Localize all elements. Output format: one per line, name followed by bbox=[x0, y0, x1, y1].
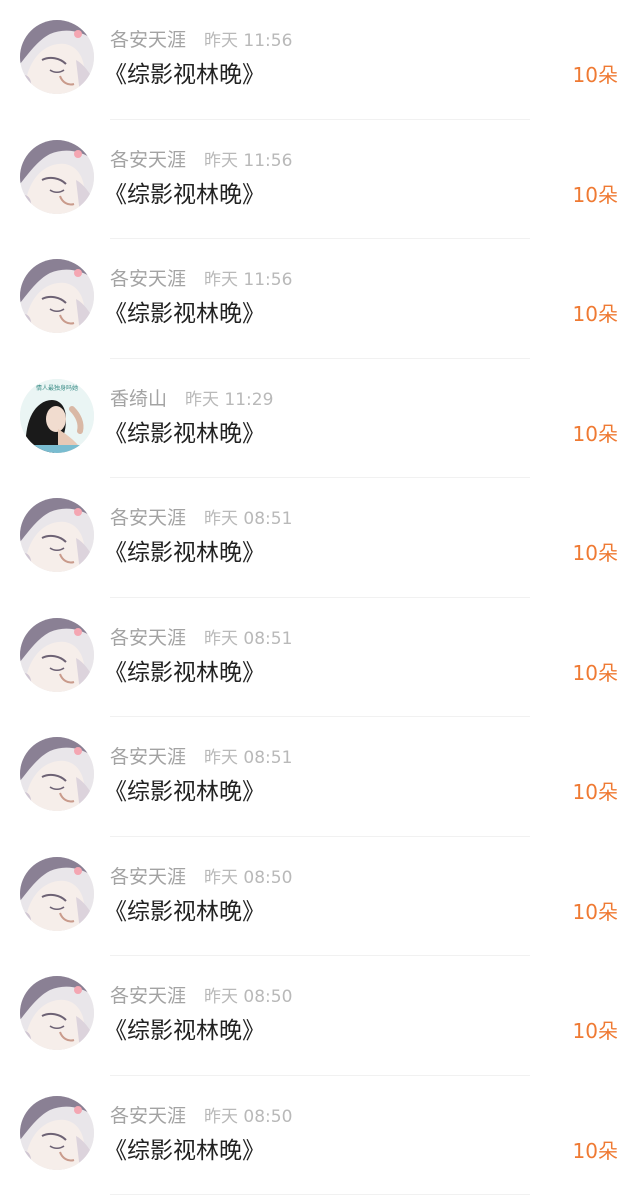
gift-record-item[interactable]: 各安天涯 昨天 08:50 《综影视林晚》 10朵 bbox=[0, 837, 640, 956]
user-avatar[interactable] bbox=[20, 20, 94, 94]
flower-amount: 10朵 bbox=[572, 780, 618, 804]
user-avatar[interactable] bbox=[20, 259, 94, 333]
timestamp: 昨天 08:50 bbox=[204, 1106, 293, 1127]
timestamp: 昨天 08:51 bbox=[204, 628, 293, 649]
gift-record-item[interactable]: 各安天涯 昨天 11:56 《综影视林晚》 10朵 bbox=[0, 120, 640, 239]
book-title[interactable]: 《综影视林晚》 bbox=[104, 1136, 265, 1166]
username[interactable]: 各安天涯 bbox=[110, 1104, 186, 1128]
user-avatar[interactable] bbox=[20, 976, 94, 1050]
svg-text:情人最独身吗她: 情人最独身吗她 bbox=[36, 384, 78, 392]
gift-record-list: 各安天涯 昨天 11:56 《综影视林晚》 10朵 各安天涯 昨天 11:56 … bbox=[0, 0, 640, 1201]
divider bbox=[110, 1194, 530, 1195]
gift-record-item[interactable]: 各安天涯 昨天 08:51 《综影视林晚》 10朵 bbox=[0, 478, 640, 598]
flower-amount: 10朵 bbox=[572, 660, 618, 685]
user-avatar[interactable] bbox=[20, 498, 94, 572]
username[interactable]: 各安天涯 bbox=[110, 984, 186, 1008]
book-title[interactable]: 《综影视林晚》 bbox=[104, 180, 265, 210]
username[interactable]: 各安天涯 bbox=[110, 267, 186, 291]
flower-amount: 10朵 bbox=[572, 302, 618, 326]
user-avatar[interactable] bbox=[20, 617, 94, 692]
book-title[interactable]: 《综影视林晚》 bbox=[104, 299, 265, 329]
gift-record-item[interactable]: 各安天涯 昨天 08:51 《综影视林晚》 10朵 bbox=[0, 598, 640, 717]
username[interactable]: 香绮山 bbox=[110, 387, 167, 411]
username[interactable]: 各安天涯 bbox=[110, 626, 186, 650]
username[interactable]: 各安天涯 bbox=[110, 148, 186, 172]
user-avatar[interactable] bbox=[20, 856, 94, 931]
username[interactable]: 各安天涯 bbox=[110, 28, 186, 52]
timestamp: 昨天 08:50 bbox=[204, 867, 293, 888]
timestamp: 昨天 11:56 bbox=[204, 150, 293, 171]
user-avatar[interactable] bbox=[20, 737, 94, 811]
book-title[interactable]: 《综影视林晚》 bbox=[104, 419, 265, 449]
timestamp: 昨天 08:50 bbox=[204, 987, 293, 1007]
timestamp: 昨天 08:51 bbox=[204, 748, 293, 768]
flower-amount: 10朵 bbox=[572, 899, 618, 924]
book-title[interactable]: 《综影视林晚》 bbox=[104, 538, 265, 568]
flower-amount: 10朵 bbox=[572, 1138, 618, 1163]
user-avatar[interactable]: 情人最独身吗她 bbox=[20, 378, 94, 453]
book-title[interactable]: 《综影视林晚》 bbox=[104, 777, 265, 807]
flower-amount: 10朵 bbox=[572, 63, 618, 87]
username[interactable]: 各安天涯 bbox=[110, 506, 186, 530]
book-title[interactable]: 《综影视林晚》 bbox=[104, 1016, 265, 1046]
timestamp: 昨天 11:56 bbox=[204, 31, 293, 51]
user-avatar[interactable] bbox=[20, 1095, 94, 1170]
timestamp: 昨天 08:51 bbox=[204, 509, 293, 529]
username[interactable]: 各安天涯 bbox=[110, 745, 186, 769]
book-title[interactable]: 《综影视林晚》 bbox=[104, 897, 265, 927]
gift-record-item[interactable]: 各安天涯 昨天 08:50 《综影视林晚》 10朵 bbox=[0, 956, 640, 1076]
gift-record-item[interactable]: 各安天涯 昨天 08:50 《综影视林晚》 10朵 bbox=[0, 1076, 640, 1195]
flower-amount: 10朵 bbox=[572, 1019, 618, 1043]
book-title[interactable]: 《综影视林晚》 bbox=[104, 658, 265, 688]
flower-amount: 10朵 bbox=[572, 182, 618, 207]
username[interactable]: 各安天涯 bbox=[110, 865, 186, 889]
gift-record-item[interactable]: 各安天涯 昨天 11:56 《综影视林晚》 10朵 bbox=[0, 239, 640, 359]
flower-amount: 10朵 bbox=[572, 421, 618, 446]
flower-amount: 10朵 bbox=[572, 541, 618, 565]
gift-record-item[interactable]: 各安天涯 昨天 08:51 《综影视林晚》 10朵 bbox=[0, 717, 640, 837]
timestamp: 昨天 11:29 bbox=[185, 389, 274, 410]
user-avatar[interactable] bbox=[20, 139, 94, 214]
book-title[interactable]: 《综影视林晚》 bbox=[104, 60, 265, 90]
gift-record-item[interactable]: 各安天涯 昨天 11:56 《综影视林晚》 10朵 bbox=[0, 0, 640, 120]
timestamp: 昨天 11:56 bbox=[204, 270, 293, 290]
gift-record-item[interactable]: 情人最独身吗她 香绮山 昨天 11:29 《综影视林晚》 10朵 bbox=[0, 359, 640, 478]
